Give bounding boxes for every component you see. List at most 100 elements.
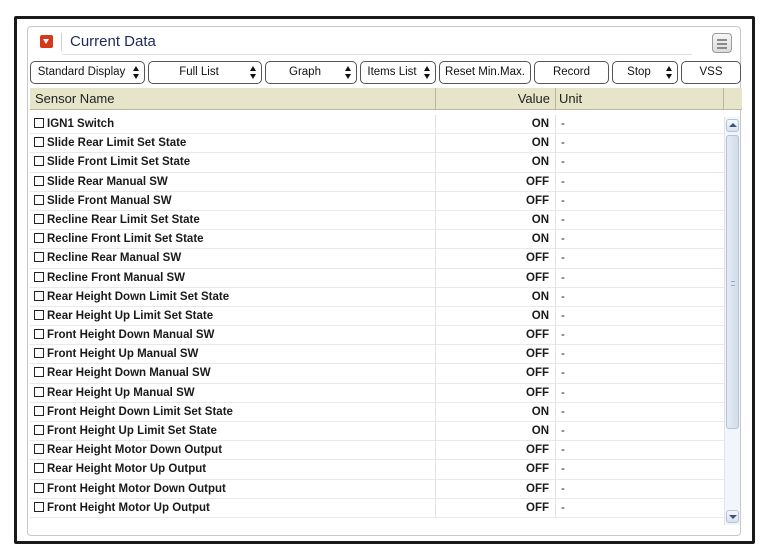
table-row[interactable]: Slide Rear Manual SW OFF -	[30, 172, 724, 192]
table-row[interactable]: Slide Front Limit Set State ON -	[30, 153, 724, 173]
sensor-value: OFF	[436, 498, 556, 518]
sensor-value: OFF	[436, 249, 556, 269]
panel-titlebar: Current Data	[28, 27, 740, 57]
row-checkbox[interactable]	[34, 405, 44, 416]
sensor-name-cell: Rear Height Motor Up Output	[30, 460, 436, 480]
sensor-unit: -	[561, 118, 565, 130]
scroll-down-icon[interactable]	[726, 510, 739, 523]
menu-line-icon	[717, 43, 727, 45]
standard-display-select[interactable]: Standard Display	[30, 61, 145, 84]
sensor-unit: -	[561, 309, 565, 322]
scrollbar-thumb[interactable]	[726, 135, 739, 429]
sensor-value: ON	[436, 230, 556, 250]
sensor-value: OFF	[436, 441, 556, 461]
sensor-value: OFF	[436, 345, 556, 365]
sensor-unit: -	[561, 290, 565, 303]
scroll-up-icon[interactable]	[726, 119, 739, 132]
row-checkbox[interactable]	[34, 425, 44, 435]
table-row[interactable]: Recline Rear Manual SW OFF -	[30, 249, 724, 269]
sensor-name-cell: IGN1 Switch	[30, 115, 436, 134]
table-row[interactable]: Recline Front Manual SW OFF -	[30, 268, 724, 288]
record-label: Record	[552, 66, 591, 78]
sensor-name: Rear Height Up Limit Set State	[47, 309, 214, 322]
table-row[interactable]: IGN1 Switch ON -	[30, 115, 724, 135]
row-checkbox[interactable]	[34, 348, 44, 359]
row-checkbox[interactable]	[34, 482, 44, 493]
sensor-value: ON	[436, 306, 556, 326]
row-checkbox[interactable]	[34, 233, 44, 244]
table-row[interactable]: Rear Height Down Manual SW OFF -	[30, 364, 724, 384]
table-row[interactable]: Front Height Motor Down Output OFF -	[30, 479, 724, 499]
row-checkbox[interactable]	[34, 271, 44, 282]
table-row[interactable]: Slide Front Manual SW OFF -	[30, 191, 724, 211]
menu-line-icon	[717, 47, 727, 49]
row-checkbox[interactable]	[34, 194, 44, 205]
graph-label: Graph	[289, 66, 321, 78]
column-header-unit[interactable]: Unit	[556, 88, 724, 110]
table-row[interactable]: Rear Height Down Limit Set State ON -	[30, 287, 724, 307]
sensor-name: Rear Height Down Manual SW	[47, 367, 211, 380]
table-row[interactable]: Rear Height Motor Up Output OFF -	[30, 460, 724, 480]
full-list-select[interactable]: Full List	[148, 61, 262, 84]
panel-title: Current Data	[70, 33, 156, 50]
sensor-name-cell: Front Height Down Manual SW	[30, 326, 436, 346]
row-checkbox[interactable]	[34, 367, 44, 378]
record-button[interactable]: Record	[534, 61, 609, 84]
sensor-name: Front Height Motor Down Output	[47, 482, 226, 495]
items-list-select[interactable]: Items List	[360, 61, 436, 84]
table-row[interactable]: Front Height Motor Up Output OFF -	[30, 498, 724, 518]
reset-min-max-button[interactable]: Reset Min.Max.	[439, 61, 531, 84]
row-checkbox[interactable]	[34, 290, 44, 301]
sensor-name-cell: Rear Height Up Manual SW	[30, 383, 436, 403]
spin-arrows-icon	[666, 66, 673, 79]
sensor-unit: -	[561, 213, 565, 226]
table-row[interactable]: Recline Front Limit Set State ON -	[30, 230, 724, 250]
row-checkbox[interactable]	[34, 501, 44, 512]
table-row[interactable]: Front Height Down Limit Set State ON -	[30, 402, 724, 422]
sensor-name-cell: Rear Height Up Limit Set State	[30, 306, 436, 326]
grid-header: Sensor Name Value Unit	[30, 88, 742, 110]
sensor-name-cell: Rear Height Down Manual SW	[30, 364, 436, 384]
row-checkbox[interactable]	[34, 137, 44, 148]
sensor-name: Rear Height Down Limit Set State	[47, 290, 230, 303]
row-checkbox[interactable]	[34, 156, 44, 167]
row-checkbox[interactable]	[34, 463, 44, 474]
grip-icon	[731, 281, 735, 286]
sensor-value: ON	[436, 402, 556, 422]
row-checkbox[interactable]	[34, 175, 44, 186]
row-checkbox[interactable]	[34, 386, 44, 397]
table-row[interactable]: Recline Rear Limit Set State ON -	[30, 210, 724, 231]
sensor-unit: -	[561, 271, 565, 284]
sensor-list: IGN1 Switch ON - Slide Rear Limit Set State…	[30, 115, 724, 518]
stop-select[interactable]: Stop	[612, 61, 678, 84]
table-row[interactable]: Rear Height Motor Down Output OFF -	[30, 441, 724, 461]
sensor-name-cell: Recline Front Manual SW	[30, 268, 436, 288]
column-header-sensor-name[interactable]: Sensor Name	[30, 88, 436, 110]
sensor-unit: -	[561, 194, 565, 207]
table-row[interactable]: Slide Rear Limit Set State ON -	[30, 134, 724, 154]
table-row[interactable]: Front Height Up Limit Set State ON -	[30, 422, 724, 442]
table-row[interactable]: Rear Height Up Limit Set State ON -	[30, 306, 724, 327]
table-row[interactable]: Rear Height Up Manual SW OFF -	[30, 383, 724, 403]
panel-menu-icon[interactable]	[712, 33, 732, 53]
table-row[interactable]: Front Height Up Manual SW OFF -	[30, 345, 724, 365]
row-checkbox[interactable]	[34, 309, 44, 320]
sensor-name: Rear Height Up Manual SW	[47, 386, 195, 399]
row-checkbox[interactable]	[34, 252, 44, 263]
row-checkbox[interactable]	[34, 444, 44, 455]
row-checkbox[interactable]	[34, 329, 44, 340]
sensor-name-cell: Recline Front Limit Set State	[30, 230, 436, 250]
vss-button[interactable]: VSS	[681, 61, 741, 84]
row-checkbox[interactable]	[34, 118, 44, 128]
table-row[interactable]: Front Height Down Manual SW OFF -	[30, 326, 724, 346]
sensor-name: Front Height Down Limit Set State	[47, 405, 233, 418]
sensor-unit: -	[561, 329, 565, 342]
current-data-window: Current Data Standard Display Full List …	[14, 16, 755, 544]
graph-select[interactable]: Graph	[265, 61, 357, 84]
sensor-name: Slide Rear Manual SW	[47, 175, 168, 188]
row-checkbox[interactable]	[34, 213, 44, 224]
sensor-name-cell: Front Height Down Limit Set State	[30, 402, 436, 422]
column-header-value[interactable]: Value	[436, 88, 556, 110]
vertical-scrollbar[interactable]	[724, 117, 740, 525]
collapse-icon[interactable]	[40, 35, 53, 48]
